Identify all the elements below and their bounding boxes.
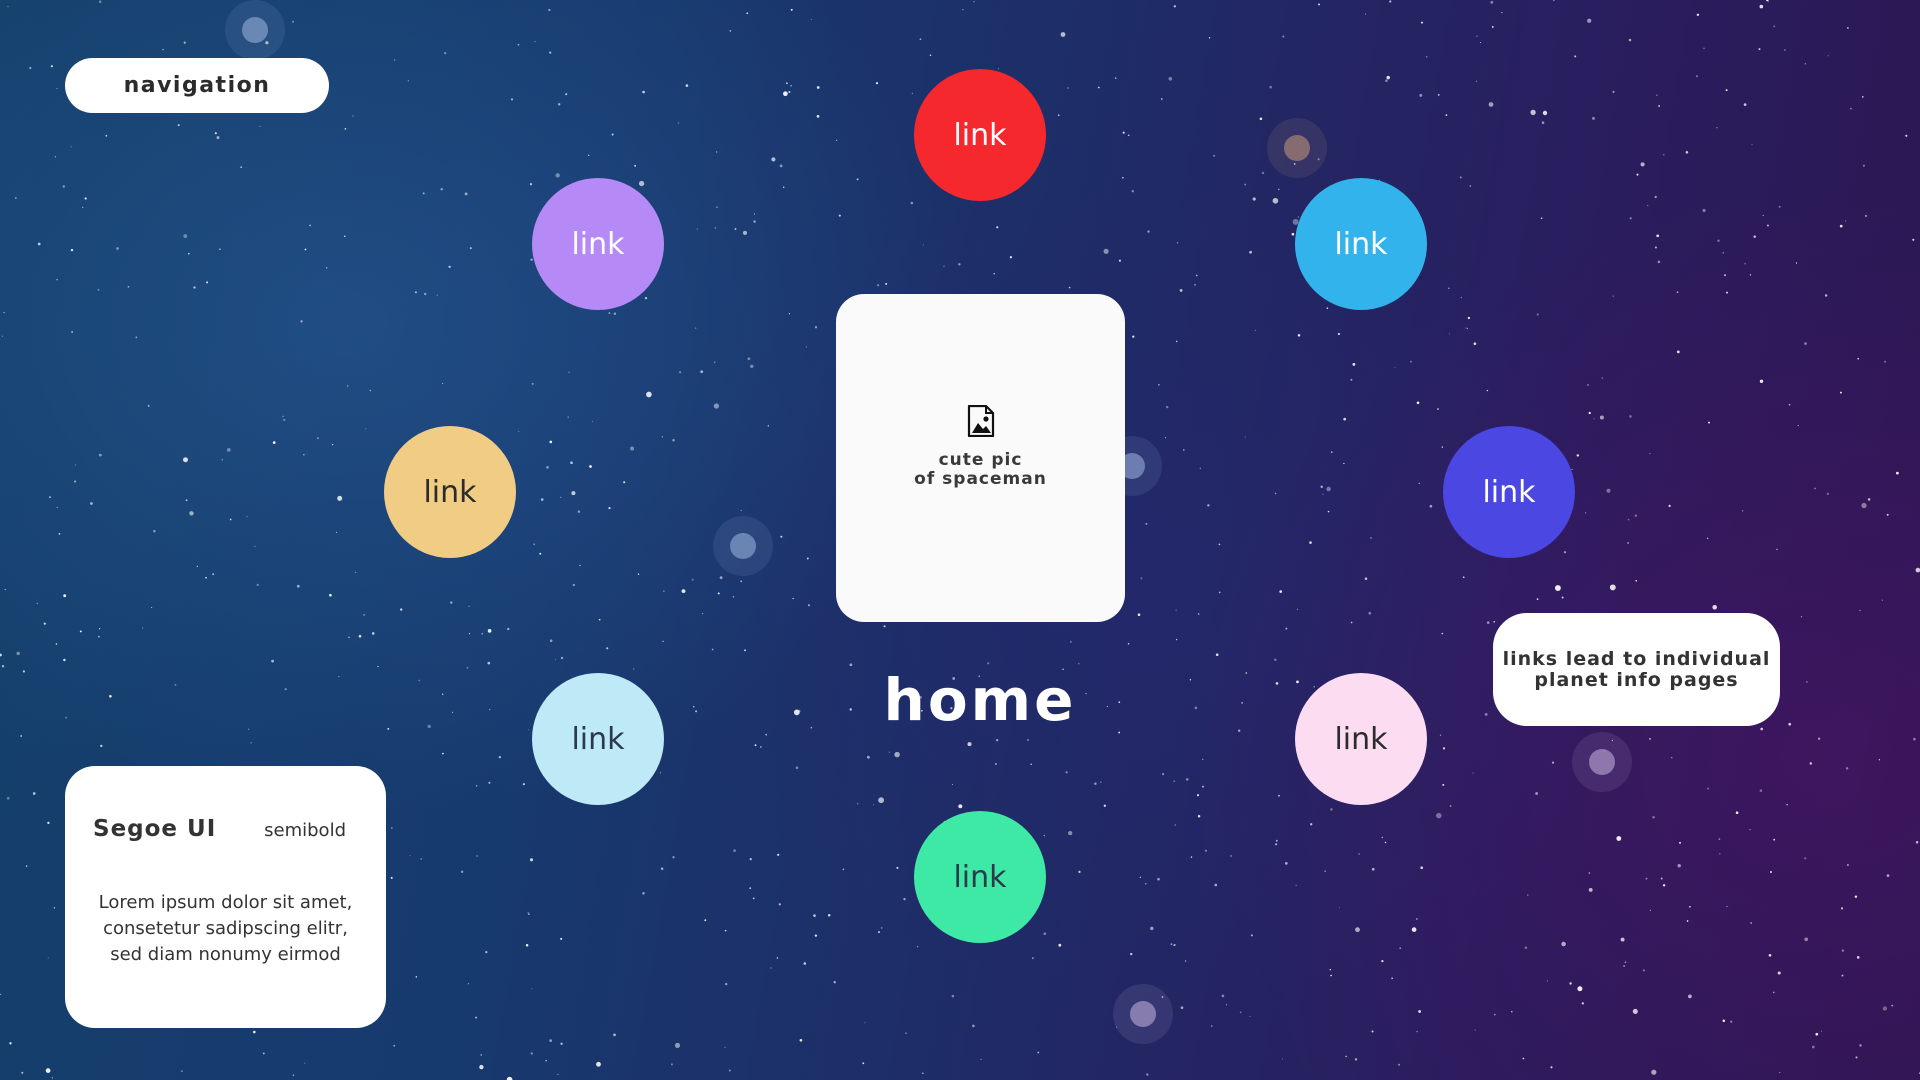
image-caption-line: cute pic bbox=[938, 450, 1023, 470]
typography-card: Segoe UI semibold Lorem ipsum dolor sit … bbox=[65, 766, 386, 1028]
navigation-label: navigation bbox=[123, 73, 271, 98]
note-line: links lead to individual bbox=[1502, 647, 1771, 670]
spaceman-image-placeholder: cute pic of spaceman bbox=[836, 294, 1125, 622]
planet-link-upper-right[interactable]: link bbox=[1295, 178, 1427, 310]
planet-link-upper-left[interactable]: link bbox=[532, 178, 664, 310]
planet-link-top[interactable]: link bbox=[914, 69, 1046, 201]
image-caption: cute pic of spaceman bbox=[914, 451, 1047, 489]
image-caption-line: of spaceman bbox=[914, 469, 1047, 489]
note-line: planet info pages bbox=[1534, 668, 1739, 691]
planet-link-lower-left[interactable]: link bbox=[532, 673, 664, 805]
font-name: Segoe UI bbox=[93, 816, 217, 842]
sample-text-line: sed diam nonumy eirmod bbox=[110, 944, 341, 965]
page-title: home bbox=[883, 666, 1077, 734]
link-label: link bbox=[571, 226, 625, 262]
planet-link-lower-right[interactable]: link bbox=[1295, 673, 1427, 805]
sample-text: Lorem ipsum dolor sit amet, consetetur s… bbox=[75, 890, 376, 968]
link-label: link bbox=[953, 117, 1007, 153]
link-label: link bbox=[571, 721, 625, 757]
annotation-note: links lead to individual planet info pag… bbox=[1493, 613, 1780, 726]
sample-text-line: consetetur sadipscing elitr, bbox=[103, 918, 348, 939]
planet-link-left[interactable]: link bbox=[384, 426, 516, 558]
navigation-button[interactable]: navigation bbox=[65, 58, 329, 113]
link-label: link bbox=[1334, 721, 1388, 757]
font-weight-label: semibold bbox=[264, 820, 346, 841]
image-file-icon bbox=[967, 405, 994, 437]
link-label: link bbox=[953, 859, 1007, 895]
link-label: link bbox=[423, 474, 477, 510]
planet-link-bottom[interactable]: link bbox=[914, 811, 1046, 943]
link-label: link bbox=[1334, 226, 1388, 262]
sample-text-line: Lorem ipsum dolor sit amet, bbox=[98, 892, 353, 913]
planet-link-right[interactable]: link bbox=[1443, 426, 1575, 558]
link-label: link bbox=[1482, 474, 1536, 510]
